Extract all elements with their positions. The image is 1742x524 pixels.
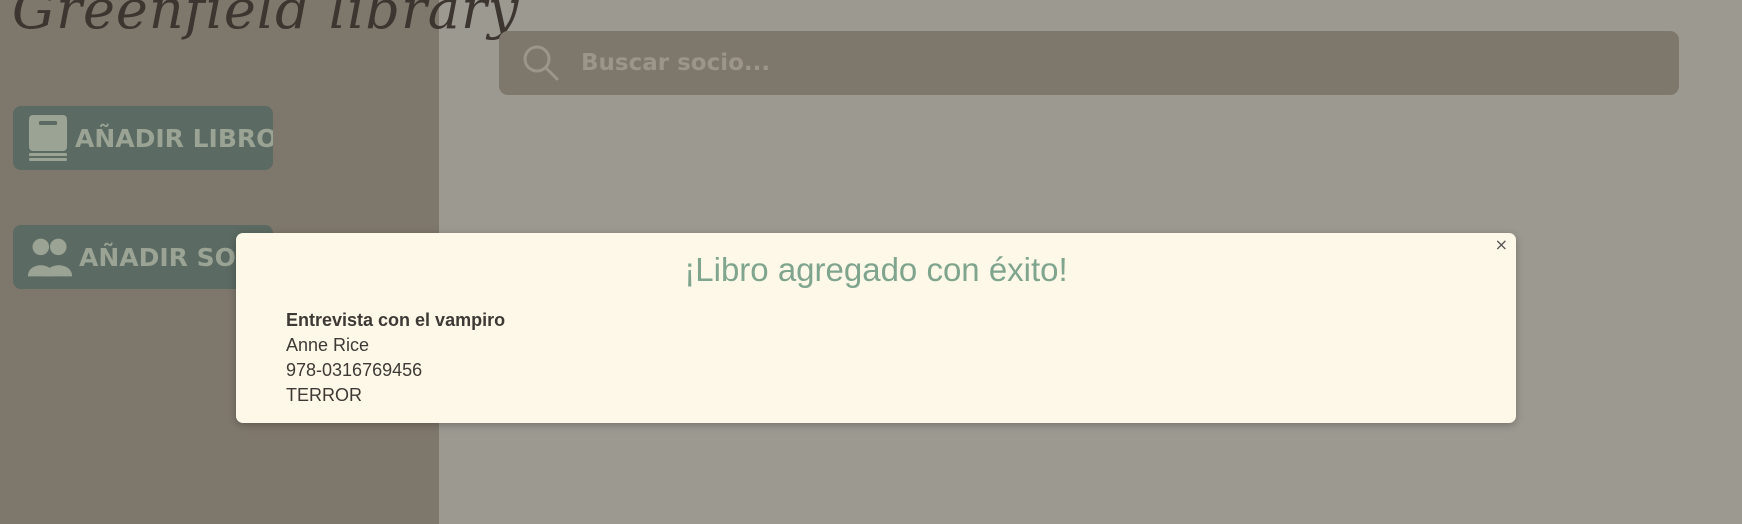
member-search-bar: [499, 31, 1679, 95]
users-icon: [27, 232, 73, 282]
brand-logo: Greenfield library: [12, 0, 520, 41]
book-isbn: 978-0316769456: [286, 360, 423, 380]
book-details: Entrevista con el vampiro Anne Rice 978-…: [286, 308, 505, 408]
add-book-label: AÑADIR LIBRO: [75, 123, 273, 153]
book-title: Entrevista con el vampiro: [286, 310, 506, 330]
book-icon: [27, 113, 69, 163]
book-genre: TERROR: [286, 385, 362, 405]
search-icon: [523, 45, 559, 81]
search-input[interactable]: [579, 49, 1679, 77]
app-root: Greenfield library AÑADIR LIBRO AÑADIR S…: [0, 0, 1742, 524]
success-modal: × ¡Libro agregado con éxito! Entrevista …: [236, 233, 1516, 423]
add-book-button[interactable]: AÑADIR LIBRO: [13, 106, 273, 170]
add-member-button[interactable]: AÑADIR SOCIO: [13, 225, 273, 289]
modal-title: ¡Libro agregado con éxito!: [684, 251, 1068, 288]
book-author: Anne Rice: [286, 335, 370, 355]
